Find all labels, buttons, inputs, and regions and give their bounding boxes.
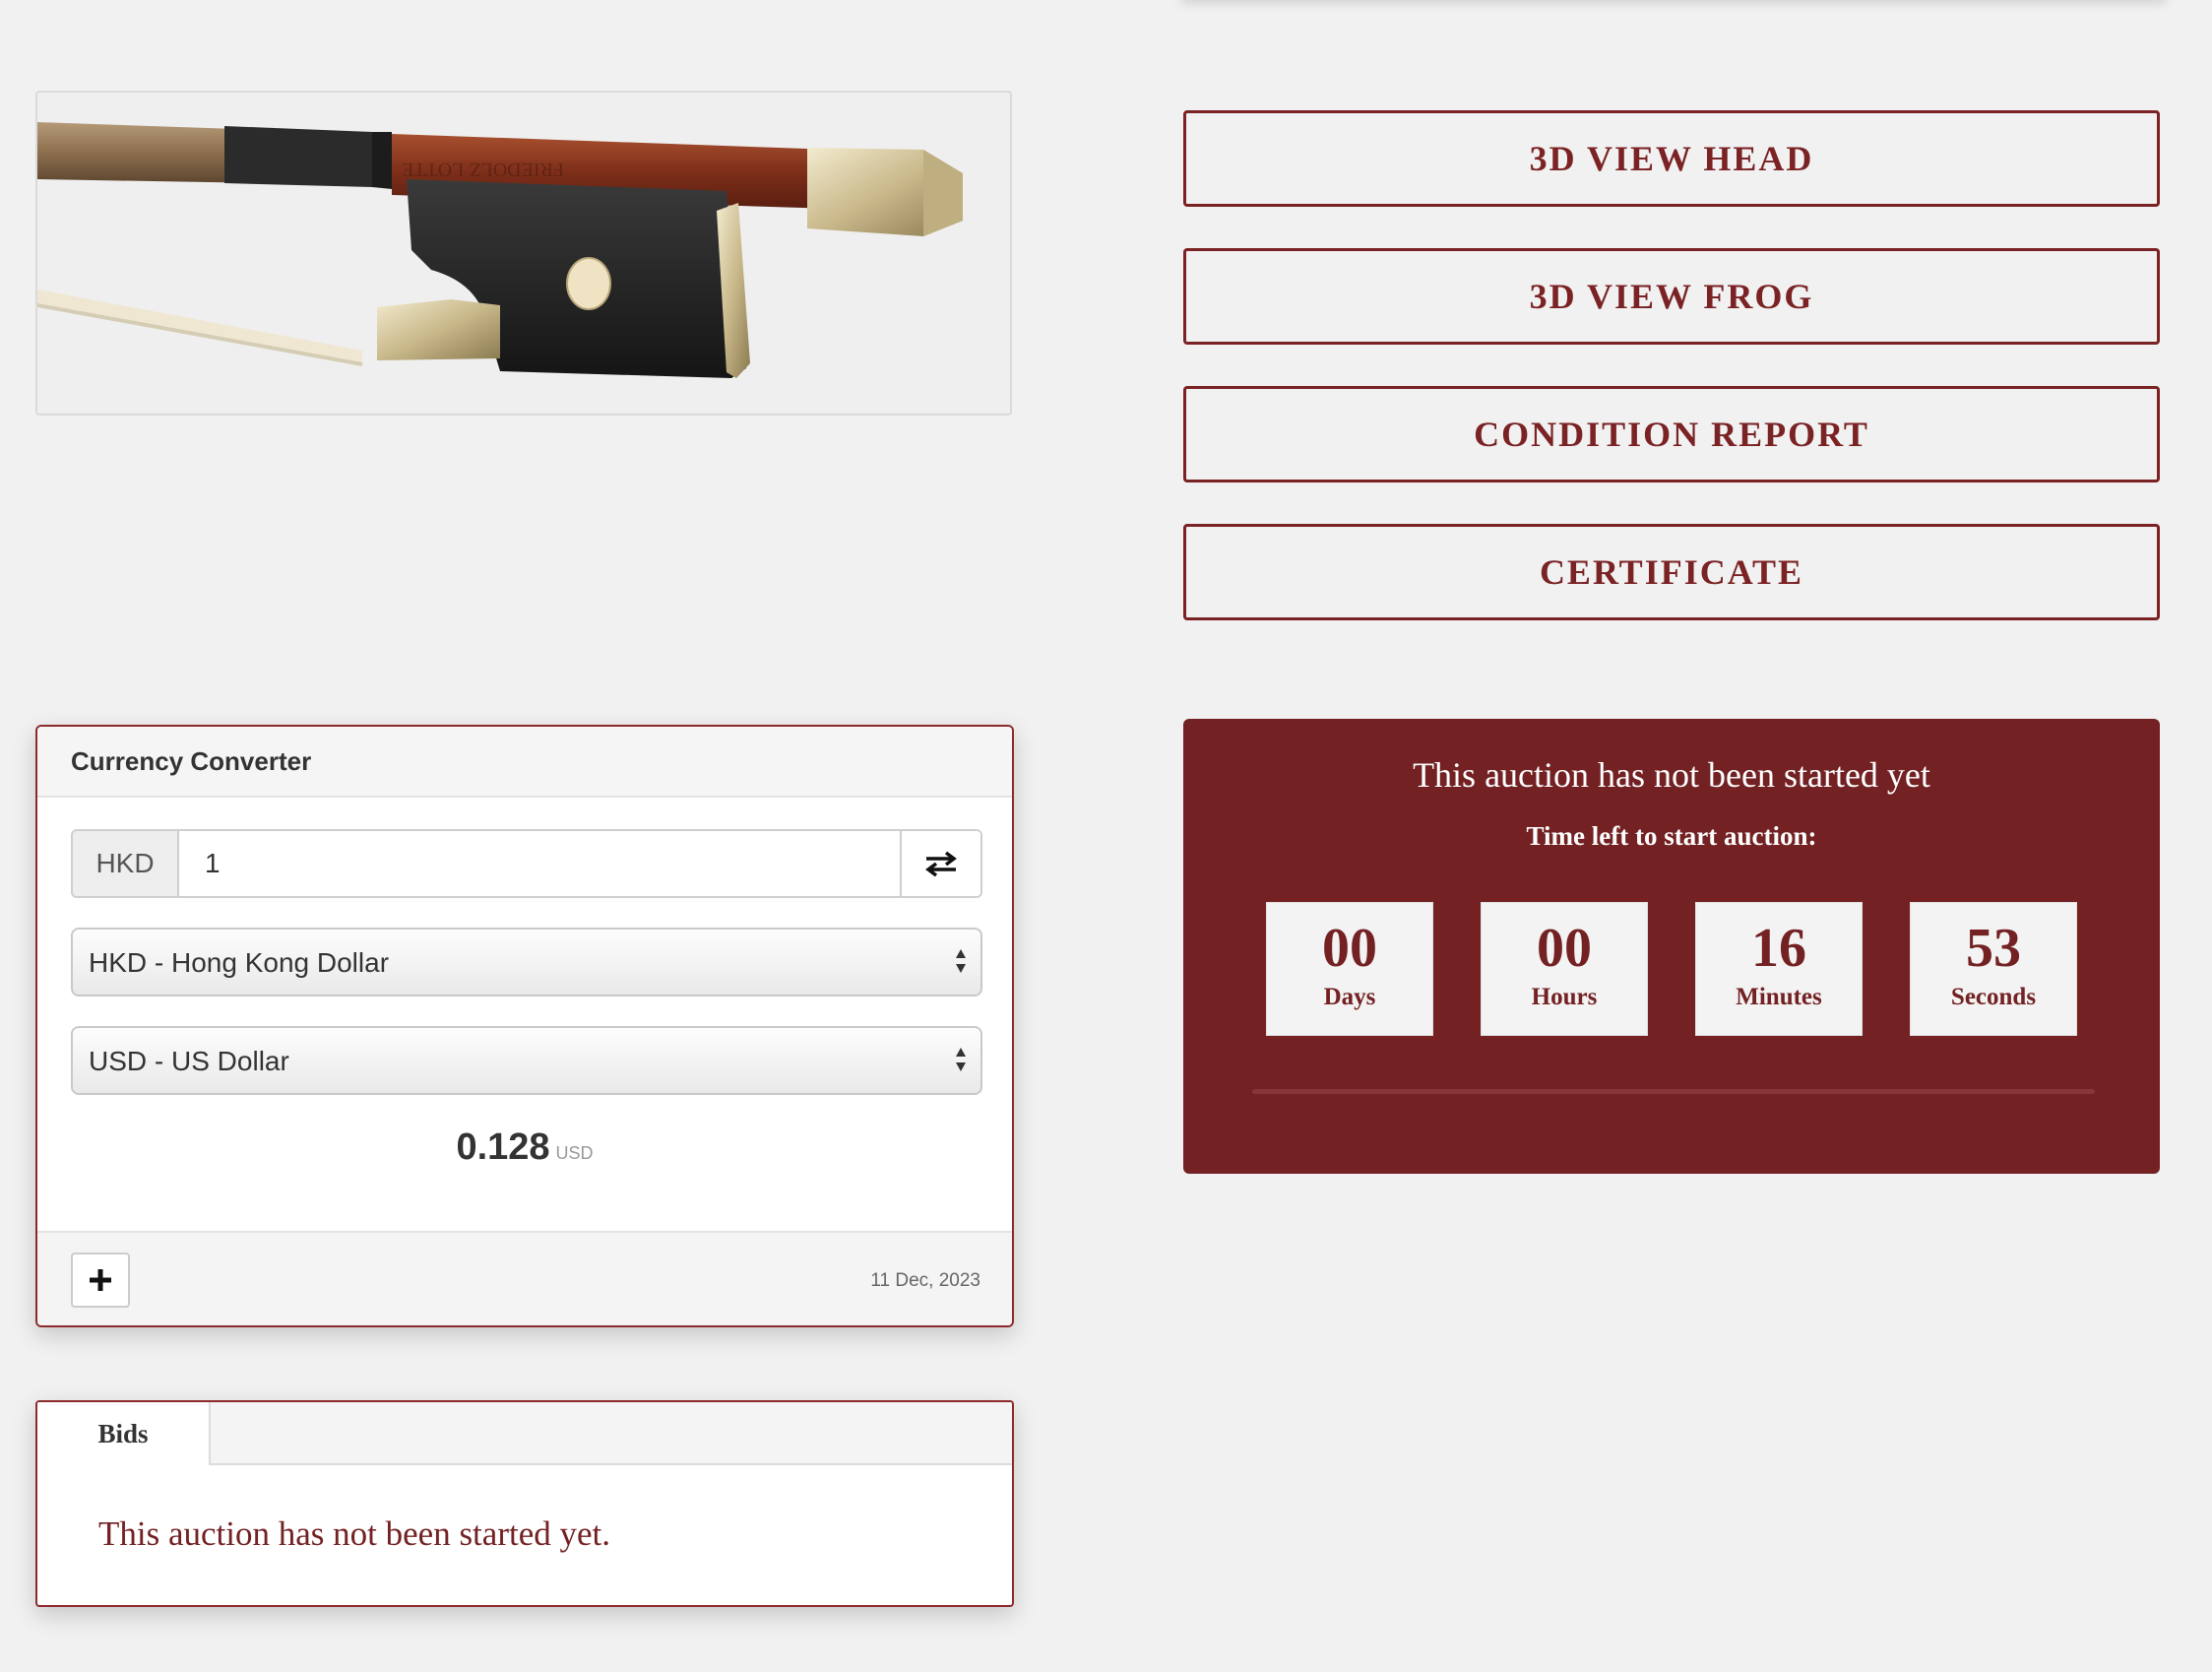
swap-icon (925, 851, 957, 877)
plus-icon (90, 1269, 111, 1291)
countdown-days-label: Days (1323, 984, 1376, 1010)
auction-countdown-panel: This auction has not been started yet Ti… (1183, 719, 2160, 1174)
conversion-result: 0.128 USD (37, 1126, 1012, 1169)
countdown-minutes: 16 Minutes (1695, 902, 1863, 1036)
certificate-button[interactable]: CERTIFICATE (1183, 524, 2160, 620)
select-arrows-icon (956, 1048, 966, 1071)
select-arrows-icon (956, 949, 966, 973)
conversion-result-unit: USD (555, 1143, 594, 1163)
product-image[interactable]: FRIEDOLZ LOTTE (35, 91, 1012, 416)
conversion-result-value: 0.128 (456, 1126, 550, 1168)
auction-divider (1252, 1089, 2095, 1094)
base-currency-code: HKD (73, 831, 179, 896)
3d-view-frog-button[interactable]: 3D VIEW FROG (1183, 248, 2160, 345)
bids-panel: Bids This auction has not been started y… (35, 1400, 1014, 1607)
3d-view-head-button[interactable]: 3D VIEW HEAD (1183, 110, 2160, 207)
condition-report-button[interactable]: CONDITION REPORT (1183, 386, 2160, 482)
countdown-minutes-label: Minutes (1736, 984, 1822, 1010)
bids-message: This auction has not been started yet. (98, 1514, 610, 1553)
currency-converter-header: Currency Converter (37, 727, 1012, 798)
from-currency-select[interactable]: HKD - Hong Kong Dollar (71, 928, 982, 997)
swap-currencies-button[interactable] (900, 831, 980, 896)
countdown-seconds-value: 53 (1966, 918, 2021, 979)
currency-converter-panel: Currency Converter HKD HKD - Hong Kong D… (35, 725, 1014, 1327)
countdown-minutes-value: 16 (1751, 918, 1806, 979)
to-currency-value: USD - US Dollar (89, 1046, 289, 1076)
bids-tab-bar: Bids (37, 1402, 1012, 1465)
rate-date: 11 Dec, 2023 (870, 1270, 980, 1291)
amount-input[interactable] (179, 831, 902, 896)
countdown-hours-label: Hours (1531, 984, 1598, 1010)
amount-input-group: HKD (71, 829, 982, 898)
countdown-days: 00 Days (1266, 902, 1433, 1036)
auction-status: This auction has not been started yet (1413, 755, 1930, 795)
from-currency-value: HKD - Hong Kong Dollar (89, 947, 390, 978)
countdown-hours-value: 00 (1537, 918, 1592, 979)
countdown-hours: 00 Hours (1481, 902, 1648, 1036)
currency-converter-title: Currency Converter (71, 746, 312, 776)
violin-bow-illustration: FRIEDOLZ LOTTE (37, 122, 963, 378)
countdown-seconds-label: Seconds (1950, 984, 2037, 1010)
currency-converter-footer: 11 Dec, 2023 (37, 1231, 1012, 1325)
time-left-label: Time left to start auction: (1526, 821, 1817, 851)
to-currency-select[interactable]: USD - US Dollar (71, 1026, 982, 1095)
bow-engraving: FRIEDOLZ LOTTE (402, 159, 564, 180)
countdown-days-value: 00 (1322, 918, 1377, 979)
tab-bids[interactable]: Bids (37, 1402, 211, 1465)
add-currency-button[interactable] (71, 1253, 130, 1308)
countdown-seconds: 53 Seconds (1910, 902, 2077, 1036)
